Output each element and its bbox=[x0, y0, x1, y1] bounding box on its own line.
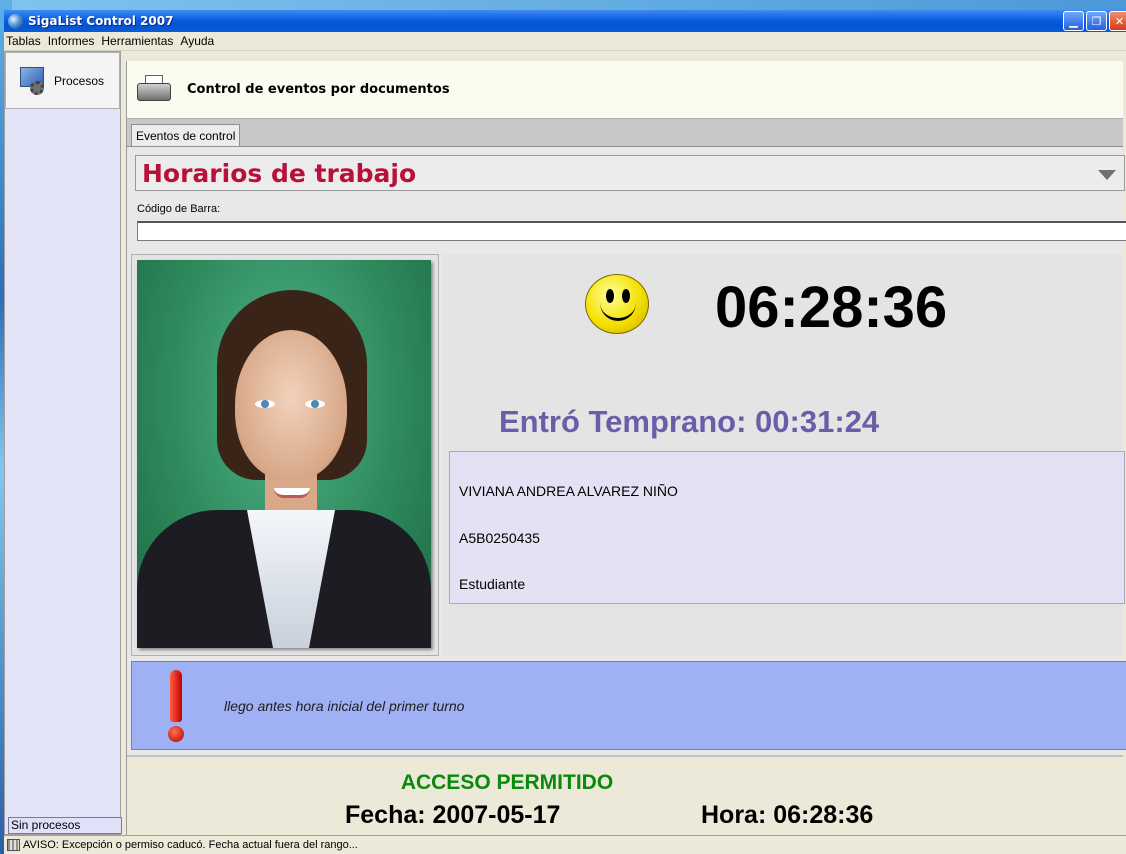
event-panel: 06:28:36 Entró Temprano: 00:31:24 VIVIAN… bbox=[443, 254, 1125, 656]
schedule-select-value: Horarios de trabajo bbox=[142, 159, 417, 188]
person-info: VIVIANA ANDREA ALVAREZ NIÑO A5B0250435 E… bbox=[449, 451, 1125, 604]
person-role: Estudiante bbox=[459, 576, 526, 592]
sidebar: Procesos bbox=[4, 51, 121, 835]
tab-content: Horarios de trabajo Código de Barra: 06:… bbox=[127, 146, 1126, 836]
desktop-background bbox=[0, 0, 1126, 10]
chevron-down-icon[interactable] bbox=[1098, 170, 1116, 180]
procesos-label: Procesos bbox=[54, 73, 105, 88]
title-bar[interactable]: SigaList Control 2007 ▁ ❐ ✕ bbox=[4, 10, 1126, 32]
person-name: VIVIANA ANDREA ALVAREZ NIÑO bbox=[459, 483, 678, 499]
window-title: SigaList Control 2007 bbox=[28, 14, 174, 28]
access-result: ACCESO PERMITIDO Fecha: 2007-05-17 Hora:… bbox=[127, 755, 1123, 836]
photo-panel bbox=[131, 254, 439, 656]
close-button[interactable]: ✕ bbox=[1109, 11, 1126, 31]
globe-icon bbox=[8, 13, 23, 29]
notice-text: llego antes hora inicial del primer turn… bbox=[224, 698, 465, 714]
panel-title: Control de eventos por documentos bbox=[187, 82, 450, 97]
notice-band: llego antes hora inicial del primer turn… bbox=[131, 661, 1126, 750]
panel-header: Control de eventos por documentos bbox=[127, 61, 1123, 118]
smiley-icon bbox=[585, 274, 649, 334]
barcode-input[interactable] bbox=[137, 221, 1126, 241]
person-photo bbox=[137, 260, 431, 648]
event-time: Hora: 06:28:36 bbox=[701, 801, 874, 829]
minimize-button[interactable]: ▁ bbox=[1063, 11, 1084, 31]
schedule-select[interactable]: Horarios de trabajo bbox=[135, 155, 1125, 191]
menu-herramientas[interactable]: Herramientas bbox=[99, 34, 178, 48]
maximize-button[interactable]: ❐ bbox=[1086, 11, 1107, 31]
window-controls: ▁ ❐ ✕ bbox=[1063, 11, 1126, 31]
menu-ayuda[interactable]: Ayuda bbox=[178, 34, 219, 48]
status-bar: AVISO: Excepción o permiso caducó. Fecha… bbox=[4, 835, 1126, 854]
status-text: AVISO: Excepción o permiso caducó. Fecha… bbox=[23, 839, 358, 851]
processes-icon bbox=[18, 65, 48, 97]
early-message: Entró Temprano: 00:31:24 bbox=[499, 404, 880, 439]
printer-icon bbox=[135, 73, 175, 107]
main-panel: Control de eventos por documentos Evento… bbox=[126, 61, 1126, 836]
tab-strip: Eventos de control bbox=[127, 118, 1123, 147]
tab-eventos-de-control[interactable]: Eventos de control bbox=[131, 124, 241, 147]
barcode-label: Código de Barra: bbox=[137, 203, 221, 215]
menu-bar: Tablas Informes Herramientas Ayuda bbox=[4, 32, 1126, 51]
event-clock: 06:28:36 bbox=[715, 275, 948, 340]
procesos-button[interactable]: Procesos bbox=[5, 52, 120, 109]
person-id: A5B0250435 bbox=[459, 530, 540, 546]
menu-tablas[interactable]: Tablas bbox=[4, 34, 46, 48]
access-status: ACCESO PERMITIDO bbox=[400, 771, 614, 794]
event-date: Fecha: 2007-05-17 bbox=[345, 801, 561, 829]
menu-informes[interactable]: Informes bbox=[46, 34, 100, 48]
exclamation-icon bbox=[168, 670, 184, 742]
sidebar-status: Sin procesos bbox=[8, 817, 122, 834]
status-icon bbox=[7, 839, 20, 851]
